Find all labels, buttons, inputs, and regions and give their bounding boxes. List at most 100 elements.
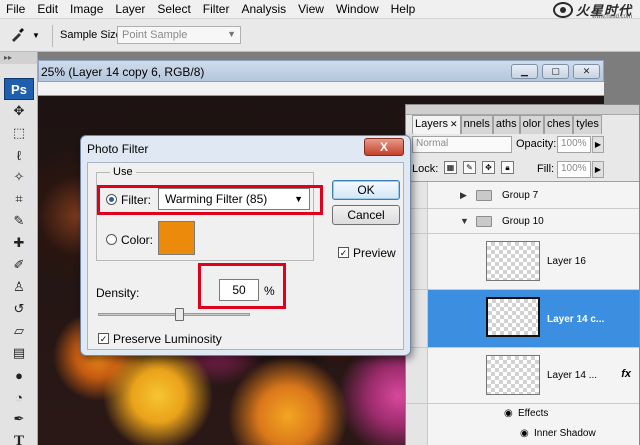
tab-paths[interactable]: aths bbox=[492, 115, 520, 134]
sample-size-select[interactable]: Point Sample ▼ bbox=[117, 26, 241, 44]
minimize-button[interactable]: ▁ bbox=[511, 64, 538, 79]
menu-filter[interactable]: Filter bbox=[197, 0, 236, 19]
dialog-close-button[interactable]: X bbox=[364, 138, 404, 156]
tab-channels[interactable]: nnels bbox=[460, 115, 493, 134]
lock-image-icon[interactable]: ✎ bbox=[463, 161, 476, 174]
menu-image[interactable]: Image bbox=[64, 0, 109, 19]
filter-value: Warming Filter (85) bbox=[165, 192, 268, 206]
menu-help[interactable]: Help bbox=[385, 0, 422, 19]
pen-tool-icon[interactable]: ✒ bbox=[6, 408, 32, 430]
lock-position-icon[interactable]: ✥ bbox=[482, 161, 495, 174]
lock-label: Lock: bbox=[412, 163, 439, 175]
collapse-arrow-icon[interactable]: ▼ bbox=[460, 216, 469, 226]
document-title: 25% (Layer 14 copy 6, RGB/8) bbox=[41, 65, 205, 79]
layer-row-group-7[interactable]: ▶ Group 7 bbox=[406, 182, 639, 209]
history-brush-tool-icon[interactable]: ↺ bbox=[6, 298, 32, 320]
tab-layers[interactable]: Layers ✕ bbox=[412, 115, 461, 134]
layer-name: Layer 14 ... bbox=[547, 370, 598, 381]
lock-all-icon[interactable]: 🔒︎ bbox=[501, 161, 514, 174]
menu-window[interactable]: Window bbox=[330, 0, 385, 19]
brush-tool-icon[interactable]: ✐ bbox=[6, 254, 32, 276]
layer-thumbnail bbox=[486, 297, 540, 337]
blend-mode-select[interactable]: Normal bbox=[412, 136, 512, 153]
visibility-toggle[interactable] bbox=[406, 348, 428, 403]
menu-bar: File Edit Image Layer Select Filter Anal… bbox=[0, 0, 640, 20]
healing-brush-tool-icon[interactable]: ✚ bbox=[6, 232, 32, 254]
lock-options: ▦ ✎ ✥ 🔒︎ bbox=[444, 161, 514, 174]
menu-view[interactable]: View bbox=[292, 0, 330, 19]
layer-row-layer-14[interactable]: Layer 14 ... fx bbox=[406, 348, 639, 404]
clone-stamp-tool-icon[interactable]: ♙ bbox=[6, 276, 32, 298]
visibility-toggle[interactable] bbox=[406, 424, 428, 445]
tool-preset-picker[interactable]: ▼ bbox=[10, 24, 48, 46]
cancel-button[interactable]: Cancel bbox=[332, 205, 400, 225]
tab-layers-label: Layers bbox=[415, 118, 449, 130]
filter-label: Filter: bbox=[121, 193, 151, 207]
density-input[interactable]: 50 bbox=[219, 279, 259, 301]
panel-grip[interactable] bbox=[406, 105, 639, 115]
menu-edit[interactable]: Edit bbox=[31, 0, 64, 19]
fill-input[interactable]: 100% bbox=[557, 161, 591, 178]
menu-analysis[interactable]: Analysis bbox=[235, 0, 292, 19]
tab-styles[interactable]: tyles bbox=[573, 115, 602, 134]
filter-radio[interactable] bbox=[106, 194, 117, 205]
menu-file[interactable]: File bbox=[0, 0, 31, 19]
eye-icon[interactable]: ◉ bbox=[520, 428, 529, 439]
lasso-tool-icon[interactable]: ℓ bbox=[6, 144, 32, 166]
preserve-luminosity-checkbox[interactable]: ✓ bbox=[98, 333, 109, 344]
folder-icon bbox=[476, 190, 492, 201]
opacity-input[interactable]: 100% bbox=[557, 136, 591, 153]
close-icon[interactable]: ✕ bbox=[450, 119, 458, 129]
horizontal-ruler bbox=[38, 82, 604, 96]
close-window-button[interactable]: ✕ bbox=[573, 64, 600, 79]
preview-label: Preview bbox=[353, 246, 396, 260]
ps-logo: Ps bbox=[4, 78, 34, 100]
layer-effects-badge[interactable]: fx bbox=[621, 368, 631, 380]
sample-size-value: Point Sample bbox=[122, 29, 188, 41]
eye-icon[interactable]: ◉ bbox=[504, 408, 513, 419]
use-legend: Use bbox=[110, 166, 136, 178]
layer-row-group-10[interactable]: ▼ Group 10 bbox=[406, 209, 639, 234]
layer-name: Group 10 bbox=[502, 216, 544, 227]
marquee-tool-icon[interactable]: ⬚ bbox=[6, 122, 32, 144]
move-tool-icon[interactable]: ✥ bbox=[6, 100, 32, 122]
opacity-arrow-icon[interactable]: ▶ bbox=[592, 136, 604, 153]
eyedropper-tool-icon[interactable]: ✎ bbox=[6, 210, 32, 232]
density-slider-track[interactable] bbox=[98, 313, 250, 316]
color-radio[interactable] bbox=[106, 234, 117, 245]
density-slider-thumb[interactable] bbox=[175, 308, 184, 321]
ok-button[interactable]: OK bbox=[332, 180, 400, 200]
layer-name: Layer 14 c... bbox=[547, 314, 605, 325]
magic-wand-tool-icon[interactable]: ✧ bbox=[6, 166, 32, 188]
filter-select[interactable]: Warming Filter (85) ▼ bbox=[158, 188, 310, 210]
inner-shadow-label: Inner Shadow bbox=[534, 428, 596, 439]
fill-arrow-icon[interactable]: ▶ bbox=[592, 161, 604, 178]
toolbox-grip[interactable]: ▸▸ bbox=[0, 52, 37, 64]
layer-row-layer-16[interactable]: Layer 16 bbox=[406, 234, 639, 290]
blur-tool-icon[interactable]: ● bbox=[6, 364, 32, 386]
layer-name: Group 7 bbox=[502, 190, 539, 201]
document-titlebar[interactable]: 25% (Layer 14 copy 6, RGB/8) ▁ ▢ ✕ bbox=[38, 60, 604, 82]
inner-shadow-row[interactable]: ◉ Inner Shadow bbox=[406, 424, 639, 445]
chevron-down-icon: ▼ bbox=[227, 29, 236, 39]
expand-arrow-icon[interactable]: ▶ bbox=[460, 190, 467, 201]
eraser-tool-icon[interactable]: ▱ bbox=[6, 320, 32, 342]
dodge-tool-icon[interactable]: ◔ bbox=[6, 386, 32, 408]
crop-tool-icon[interactable]: ⌗ bbox=[6, 188, 32, 210]
layer-row-layer-14-copy[interactable]: Layer 14 c... bbox=[406, 290, 639, 348]
lock-transparent-icon[interactable]: ▦ bbox=[444, 161, 457, 174]
layer-list: ▶ Group 7 ▼ Group 10 Layer 16 Layer 14 c… bbox=[406, 181, 639, 445]
visibility-toggle[interactable] bbox=[406, 404, 428, 424]
tab-swatches[interactable]: ches bbox=[544, 115, 574, 134]
watermark-logo: 火星时代 www.hxsd.com bbox=[552, 1, 632, 20]
maximize-button[interactable]: ▢ bbox=[542, 64, 569, 79]
color-swatch[interactable] bbox=[158, 221, 195, 255]
type-tool-icon[interactable]: T bbox=[6, 430, 32, 445]
gradient-tool-icon[interactable]: ▤ bbox=[6, 342, 32, 364]
menu-select[interactable]: Select bbox=[151, 0, 196, 19]
preview-checkbox[interactable]: ✓ bbox=[338, 247, 349, 258]
menu-layer[interactable]: Layer bbox=[109, 0, 151, 19]
folder-icon bbox=[476, 216, 492, 227]
tab-color[interactable]: olor bbox=[519, 115, 545, 134]
effects-row[interactable]: ◉ Effects bbox=[406, 404, 639, 424]
